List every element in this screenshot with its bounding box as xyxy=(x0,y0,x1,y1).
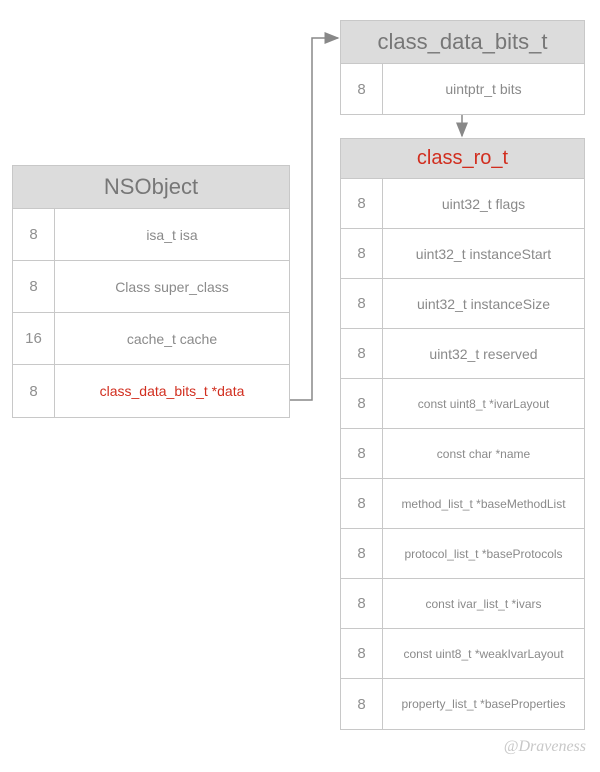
nsobject-table: NSObject 8isa_t isa8Class super_class16c… xyxy=(12,165,290,418)
table-row: 8protocol_list_t *baseProtocols xyxy=(341,529,584,579)
label-cell: const ivar_list_t *ivars xyxy=(383,579,584,628)
table-row: 8class_data_bits_t *data xyxy=(13,365,289,417)
size-cell: 8 xyxy=(341,579,383,628)
table-row: 8const uint8_t *ivarLayout xyxy=(341,379,584,429)
label-cell: isa_t isa xyxy=(55,209,289,260)
label-cell: Class super_class xyxy=(55,261,289,312)
ro-header: class_ro_t xyxy=(341,139,584,179)
size-cell: 8 xyxy=(13,365,55,417)
label-cell: const char *name xyxy=(383,429,584,478)
size-cell: 8 xyxy=(341,379,383,428)
size-cell: 8 xyxy=(341,179,383,228)
watermark: @Draveness xyxy=(504,738,586,756)
label-cell: uint32_t flags xyxy=(383,179,584,228)
size-cell: 8 xyxy=(341,64,383,114)
table-row: 8property_list_t *baseProperties xyxy=(341,679,584,729)
label-cell: method_list_t *baseMethodList xyxy=(383,479,584,528)
label-cell: cache_t cache xyxy=(55,313,289,364)
class-ro-table: class_ro_t 8uint32_t flags8uint32_t inst… xyxy=(340,138,585,730)
label-cell: const uint8_t *ivarLayout xyxy=(383,379,584,428)
table-row: 8isa_t isa xyxy=(13,209,289,261)
label-cell: protocol_list_t *baseProtocols xyxy=(383,529,584,578)
label-cell: uintptr_t bits xyxy=(383,64,584,114)
table-row: 8uintptr_t bits xyxy=(341,64,584,114)
size-cell: 8 xyxy=(341,329,383,378)
table-row: 8uint32_t flags xyxy=(341,179,584,229)
label-cell: uint32_t instanceSize xyxy=(383,279,584,328)
size-cell: 8 xyxy=(341,679,383,729)
table-row: 8uint32_t reserved xyxy=(341,329,584,379)
class-data-bits-table: class_data_bits_t 8uintptr_t bits xyxy=(340,20,585,115)
label-cell: class_data_bits_t *data xyxy=(55,365,289,417)
size-cell: 8 xyxy=(341,529,383,578)
label-cell: const uint8_t *weakIvarLayout xyxy=(383,629,584,678)
table-row: 8const uint8_t *weakIvarLayout xyxy=(341,629,584,679)
size-cell: 8 xyxy=(341,429,383,478)
size-cell: 16 xyxy=(13,313,55,364)
size-cell: 8 xyxy=(341,229,383,278)
size-cell: 8 xyxy=(13,209,55,260)
label-cell: property_list_t *baseProperties xyxy=(383,679,584,729)
size-cell: 8 xyxy=(13,261,55,312)
size-cell: 8 xyxy=(341,479,383,528)
table-row: 8uint32_t instanceStart xyxy=(341,229,584,279)
size-cell: 8 xyxy=(341,629,383,678)
label-cell: uint32_t instanceStart xyxy=(383,229,584,278)
table-row: 16cache_t cache xyxy=(13,313,289,365)
table-row: 8method_list_t *baseMethodList xyxy=(341,479,584,529)
bits-header: class_data_bits_t xyxy=(341,21,584,64)
label-cell: uint32_t reserved xyxy=(383,329,584,378)
table-row: 8uint32_t instanceSize xyxy=(341,279,584,329)
table-row: 8Class super_class xyxy=(13,261,289,313)
size-cell: 8 xyxy=(341,279,383,328)
nsobject-header: NSObject xyxy=(13,166,289,209)
table-row: 8const ivar_list_t *ivars xyxy=(341,579,584,629)
table-row: 8const char *name xyxy=(341,429,584,479)
